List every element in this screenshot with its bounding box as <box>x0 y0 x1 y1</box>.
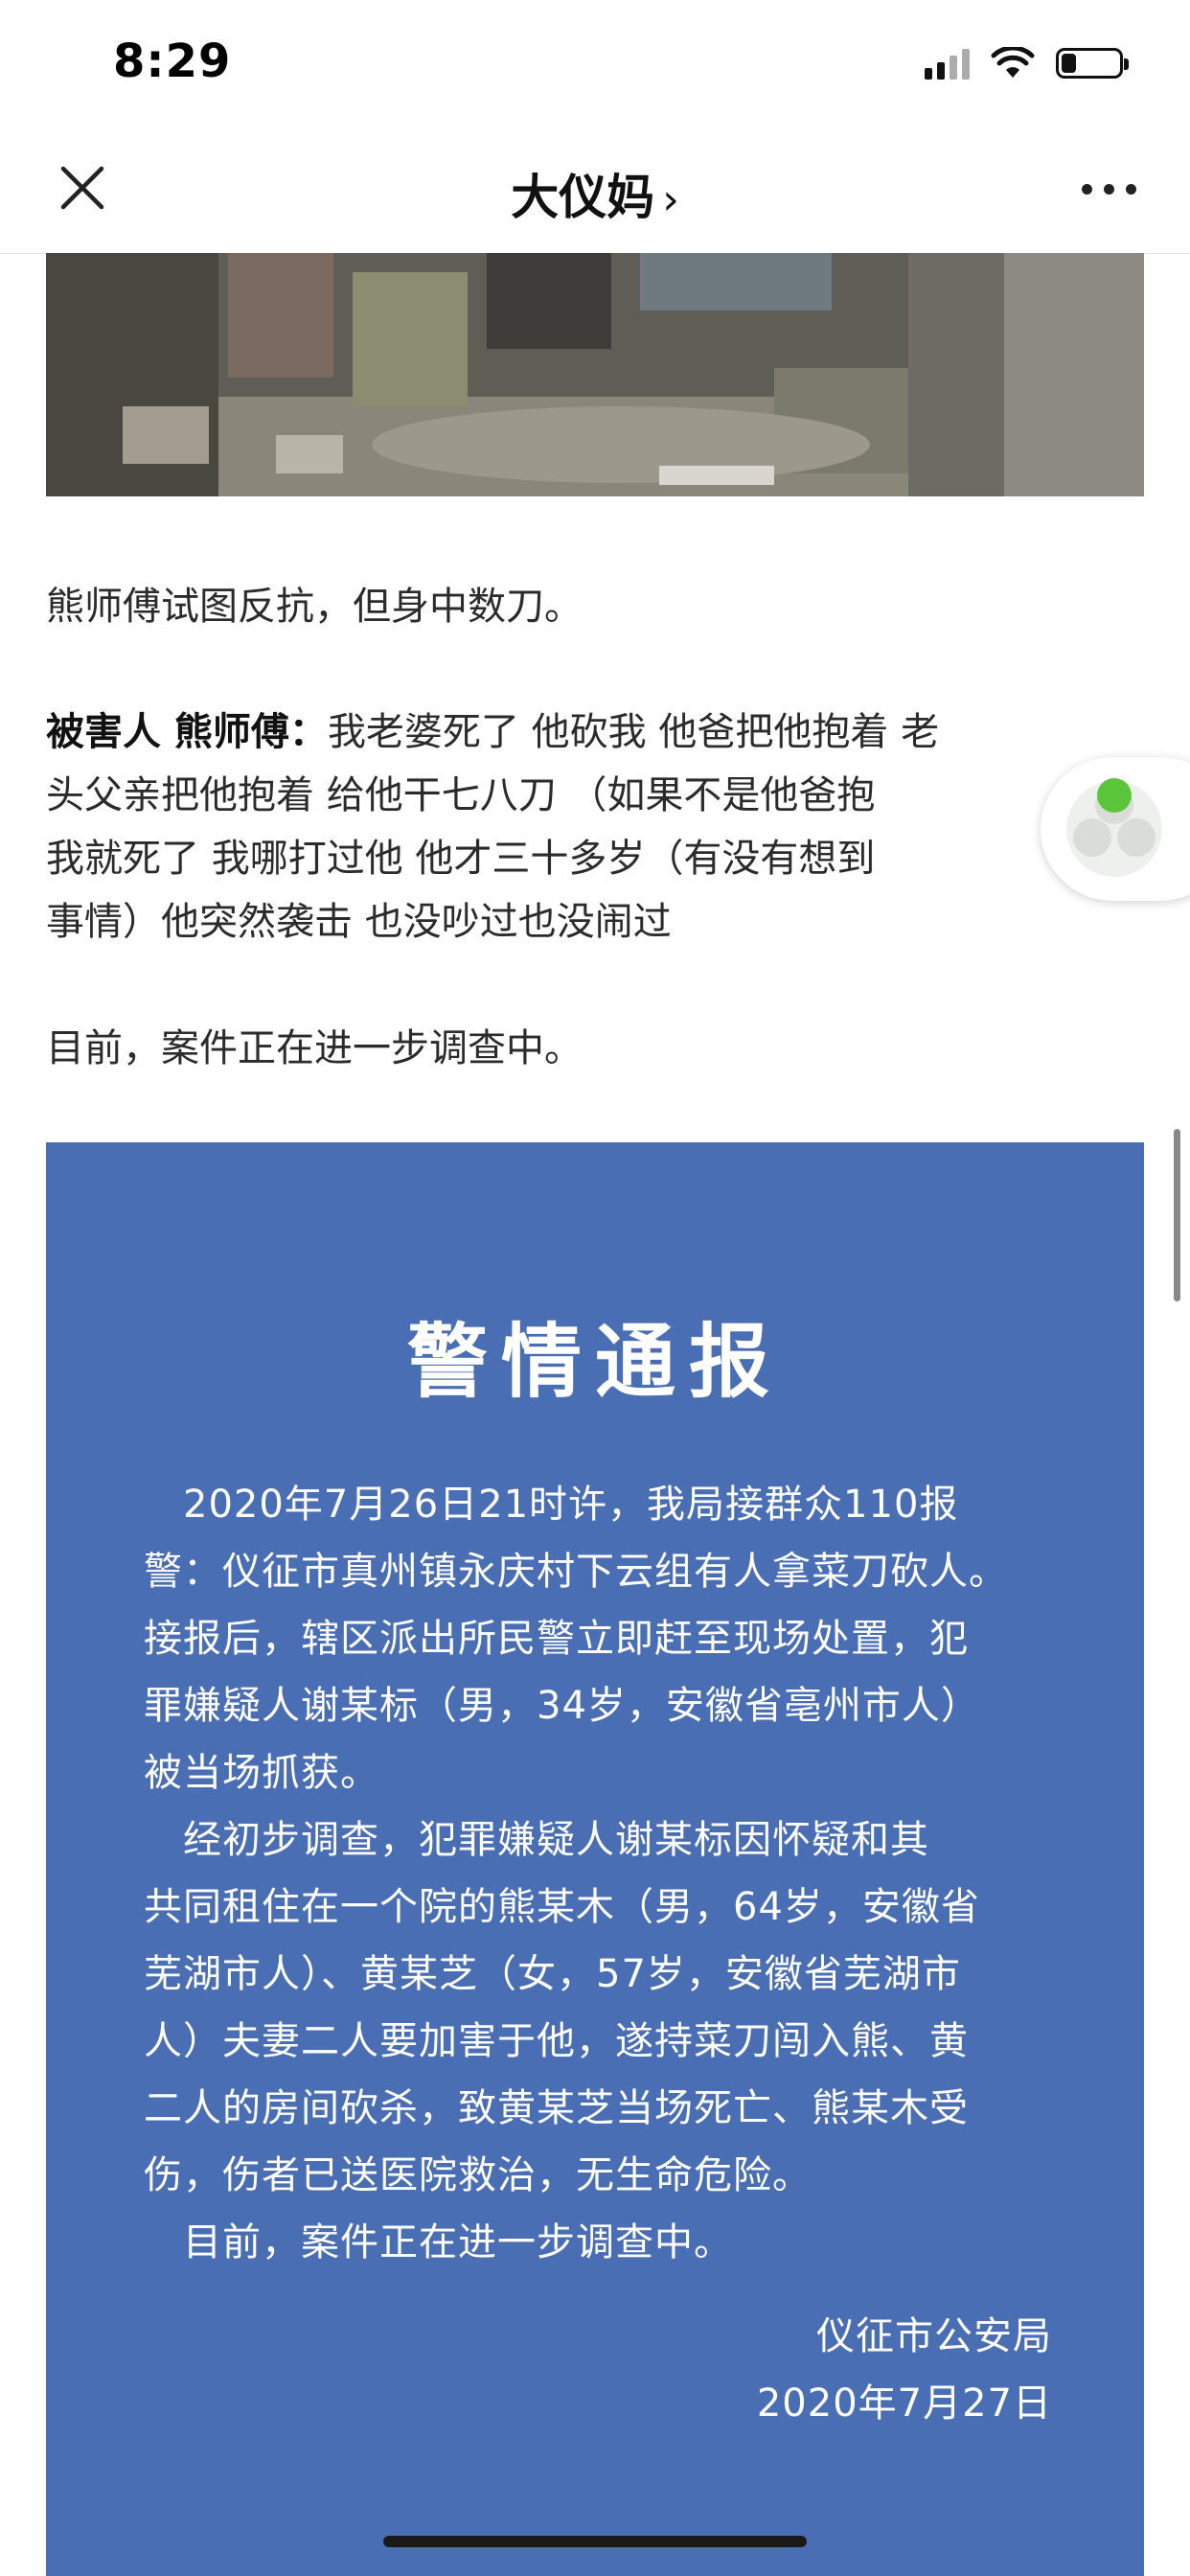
status-icons <box>925 44 1129 82</box>
battery-icon <box>1056 48 1129 79</box>
cellular-signal-icon <box>925 47 970 80</box>
victim-quote: 被害人 熊师傅：我老婆死了 他砍我 他爸把他抱着 老 <box>46 707 1157 757</box>
more-icon[interactable] <box>1082 184 1136 195</box>
quote-line: 头父亲把他抱着 给他干七八刀 （如果不是他爸抱 <box>46 773 876 817</box>
status-time: 8:29 <box>113 34 232 88</box>
notice-line: 被当场抓获。 <box>144 1751 379 1795</box>
account-name: 大仪妈 <box>511 170 655 225</box>
account-title-link[interactable]: 大仪妈 › <box>0 159 1190 228</box>
notice-date: 2020年7月27日 <box>756 2381 1052 2426</box>
chevron-right-icon: › <box>662 175 679 224</box>
floating-window-icon <box>1066 778 1162 877</box>
article-photo[interactable] <box>46 253 1144 496</box>
status-bar: 8:29 <box>0 0 1190 128</box>
quote-line: 事情）他突然袭击 也没吵过也没闹过 <box>46 900 672 944</box>
quote-line: 我老婆死了 他砍我 他爸把他抱着 老 <box>327 710 940 754</box>
battery-level <box>1062 54 1076 73</box>
wifi-icon <box>991 47 1035 78</box>
police-notice-image[interactable]: 警情通报 2020年7月26日21时许，我局接群众110报警：仪征市真州镇永庆村… <box>46 1142 1144 2576</box>
home-indicator[interactable] <box>383 2536 807 2547</box>
scrollbar-thumb[interactable] <box>1174 1129 1180 1301</box>
notice-line: 目前，案件正在进一步调查中。 <box>144 2220 733 2265</box>
notice-title: 警情通报 <box>406 1314 783 1409</box>
nav-bar: 大仪妈 › <box>0 128 1190 254</box>
notice-line: 芜湖市人）、黄某芝（女，57岁，安徽省芜湖市 <box>144 1952 961 1996</box>
notice-signature: 仪征市公安局 <box>816 2314 1052 2358</box>
article-paragraph: 熊师傅试图反抗，但身中数刀。 <box>46 585 583 629</box>
notice-line: 二人的房间砍杀，致黄某芝当场死亡、熊某木受 <box>144 2086 969 2130</box>
notice-line: 警：仪征市真州镇永庆村下云组有人拿菜刀砍人。 <box>144 1550 1008 1594</box>
notice-line: 2020年7月26日21时许，我局接群众110报 <box>144 1483 959 1527</box>
notice-line: 共同租住在一个院的熊某木（男，64岁，安徽省 <box>144 1885 980 1929</box>
notice-line: 人）夫妻二人要加害于他，遂持菜刀闯入熊、黄 <box>144 2019 969 2063</box>
notice-line: 经初步调查，犯罪嫌疑人谢某标因怀疑和其 <box>144 1818 929 1862</box>
quote-line: 我就死了 我哪打过他 他才三十多岁（有没有想到 <box>46 837 876 881</box>
article-paragraph: 目前，案件正在进一步调查中。 <box>46 1026 583 1070</box>
speaker-label: 被害人 熊师傅： <box>46 710 328 754</box>
notice-line: 伤，伤者已送医院救治，无生命危险。 <box>144 2153 812 2197</box>
floating-window[interactable] <box>1041 757 1190 901</box>
notice-line: 接报后，辖区派出所民警立即赶至现场处置，犯 <box>144 1617 969 1661</box>
notice-line: 罪嫌疑人谢某标（男，34岁，安徽省亳州市人） <box>144 1684 980 1728</box>
